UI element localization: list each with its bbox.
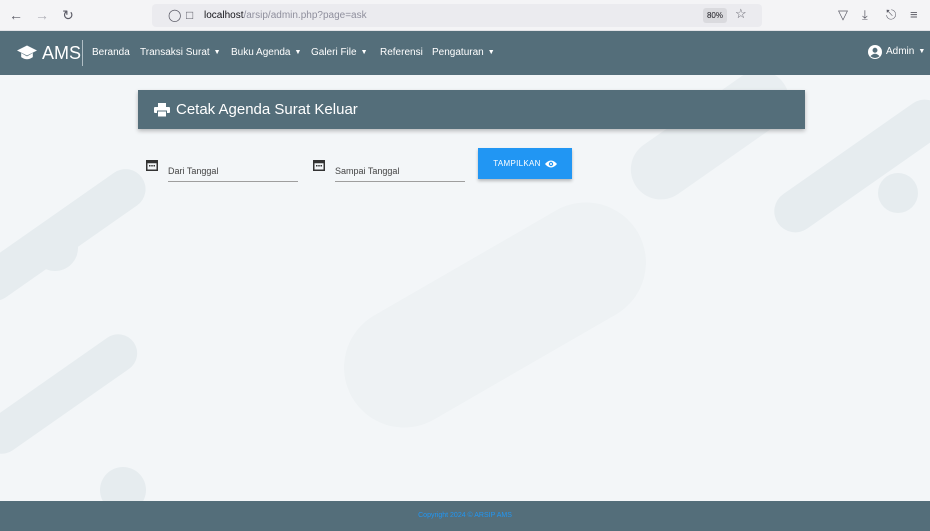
copyright-text: Copyright 2024 © ARSIP AMS	[418, 512, 512, 519]
caret-down-icon: ▼	[213, 49, 221, 56]
to-date-input[interactable]	[335, 164, 465, 182]
caret-down-icon: ▼	[360, 49, 368, 56]
nav-label: Buku Agenda	[231, 47, 291, 58]
nav-beranda[interactable]: Beranda	[92, 46, 130, 60]
calendar-icon	[146, 160, 158, 171]
forward-arrow-icon[interactable]: →	[33, 6, 51, 24]
url-host: localhost	[204, 10, 244, 21]
nav-label: Pengaturan	[432, 47, 484, 58]
extensions-icon[interactable]: ⎋	[886, 6, 896, 24]
caret-down-icon: ▼	[294, 49, 302, 56]
nav-label: Galeri File	[311, 47, 357, 58]
user-name: Admin	[886, 46, 915, 57]
background-shape	[322, 180, 668, 450]
page-header-card: Cetak Agenda Surat Keluar	[138, 90, 805, 129]
background-shape	[0, 326, 145, 462]
url-path: /arsip/admin.php?page=ask	[243, 10, 367, 21]
shield-icon[interactable]: ◯	[168, 7, 181, 24]
user-menu[interactable]: Admin ▼	[868, 44, 925, 60]
nav-referensi[interactable]: Referensi	[380, 46, 423, 60]
back-arrow-icon[interactable]: ←	[7, 6, 25, 24]
brand-logo[interactable]: AMS	[17, 42, 81, 64]
page-footer: Copyright 2024 © ARSIP AMS	[0, 501, 930, 531]
background-circle	[32, 225, 78, 271]
bookmark-star-icon[interactable]: ☆	[735, 6, 747, 22]
calendar-icon	[313, 160, 325, 171]
caret-down-icon: ▼	[918, 48, 926, 55]
page-icon: □	[186, 8, 194, 22]
page-title: Cetak Agenda Surat Keluar	[154, 100, 358, 119]
pocket-icon[interactable]: ▽	[838, 6, 848, 24]
nav-transaksi-surat[interactable]: Transaksi Surat ▼	[140, 46, 221, 60]
show-button-label: TAMPILKAN	[493, 159, 541, 168]
background-circle	[100, 467, 146, 501]
main-content: Cetak Agenda Surat Keluar TAMPILKAN	[0, 75, 930, 501]
user-circle-icon	[868, 45, 882, 59]
url-bar[interactable]: ◯ □ localhost/arsip/admin.php?page=ask 8…	[152, 4, 762, 27]
show-button[interactable]: TAMPILKAN	[478, 148, 572, 179]
graduation-cap-icon	[17, 45, 37, 60]
from-date-input[interactable]	[168, 164, 298, 182]
eye-icon	[544, 160, 557, 167]
nav-pengaturan[interactable]: Pengaturan ▼	[432, 46, 495, 60]
reload-icon[interactable]: ↻	[59, 6, 77, 24]
browser-toolbar: ← → ↻ ◯ □ localhost/arsip/admin.php?page…	[0, 0, 930, 31]
brand-divider	[82, 40, 83, 66]
printer-icon	[154, 102, 170, 117]
background-shape	[0, 161, 154, 309]
menu-icon[interactable]: ≡	[910, 6, 918, 24]
nav-label: Beranda	[92, 47, 130, 58]
url-text[interactable]: localhost/arsip/admin.php?page=ask	[204, 8, 367, 23]
download-icon[interactable]: ⤓	[862, 6, 868, 24]
page-title-text: Cetak Agenda Surat Keluar	[176, 101, 358, 118]
nav-buku-agenda[interactable]: Buku Agenda ▼	[231, 46, 301, 60]
nav-label: Transaksi Surat	[140, 47, 210, 58]
nav-label: Referensi	[380, 47, 423, 58]
brand-name: AMS	[42, 43, 82, 63]
app-navbar: AMS Beranda Transaksi Surat ▼ Buku Agenda…	[0, 31, 930, 75]
zoom-level[interactable]: 80%	[703, 8, 727, 23]
background-circle	[878, 173, 918, 213]
caret-down-icon: ▼	[487, 49, 495, 56]
nav-galeri-file[interactable]: Galeri File ▼	[311, 46, 368, 60]
